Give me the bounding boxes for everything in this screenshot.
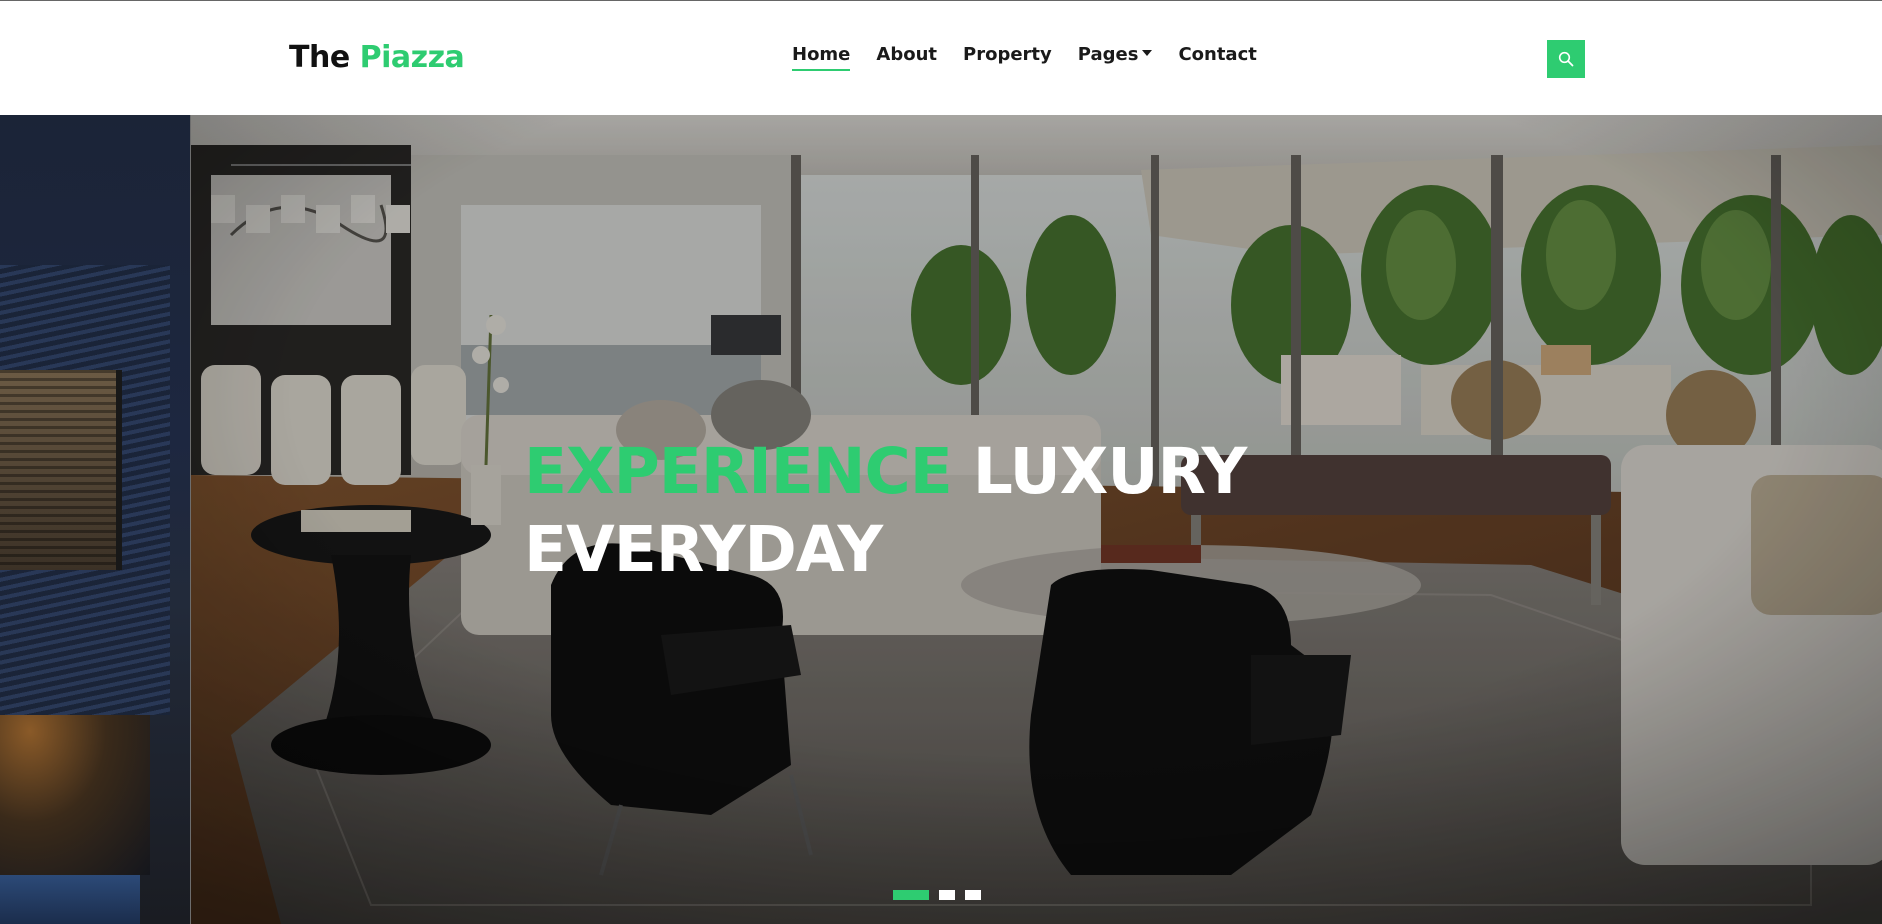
previous-slide-peek	[0, 115, 191, 924]
nav-item-contact[interactable]: Contact	[1178, 45, 1256, 65]
search-icon	[1558, 51, 1574, 67]
building-light	[0, 715, 150, 875]
building-window	[0, 370, 122, 570]
hero-headline-line2: EVERYDAY	[524, 513, 883, 586]
logo-text-accent: Piazza	[359, 40, 465, 75]
nav-item-home[interactable]: Home	[792, 45, 851, 71]
search-button[interactable]	[1547, 40, 1585, 78]
hero-slider: EXPERIENCE LUXURY EVERYDAY	[0, 115, 1882, 924]
slider-dot-1[interactable]	[893, 890, 929, 900]
site-logo[interactable]: The Piazza	[289, 40, 465, 75]
nav-item-pages[interactable]: Pages	[1078, 45, 1153, 65]
hero-headline-rest: LUXURY	[951, 435, 1247, 508]
logo-text-primary: The	[289, 40, 360, 75]
slider-dot-3[interactable]	[965, 890, 981, 900]
slider-pagination	[893, 890, 981, 900]
nav-item-pages-label: Pages	[1077, 44, 1139, 65]
nav-item-about[interactable]: About	[876, 45, 937, 65]
chevron-down-icon	[1142, 50, 1153, 56]
site-header: The Piazza Home About Property Pages Con…	[0, 1, 1882, 115]
nav-item-property[interactable]: Property	[963, 45, 1052, 65]
slider-dot-2[interactable]	[939, 890, 955, 900]
main-nav: Home About Property Pages Contact	[792, 45, 1283, 73]
hero-headline: EXPERIENCE LUXURY EVERYDAY	[524, 433, 1424, 589]
hero-headline-accent: EXPERIENCE	[524, 435, 953, 508]
pool	[0, 875, 140, 924]
